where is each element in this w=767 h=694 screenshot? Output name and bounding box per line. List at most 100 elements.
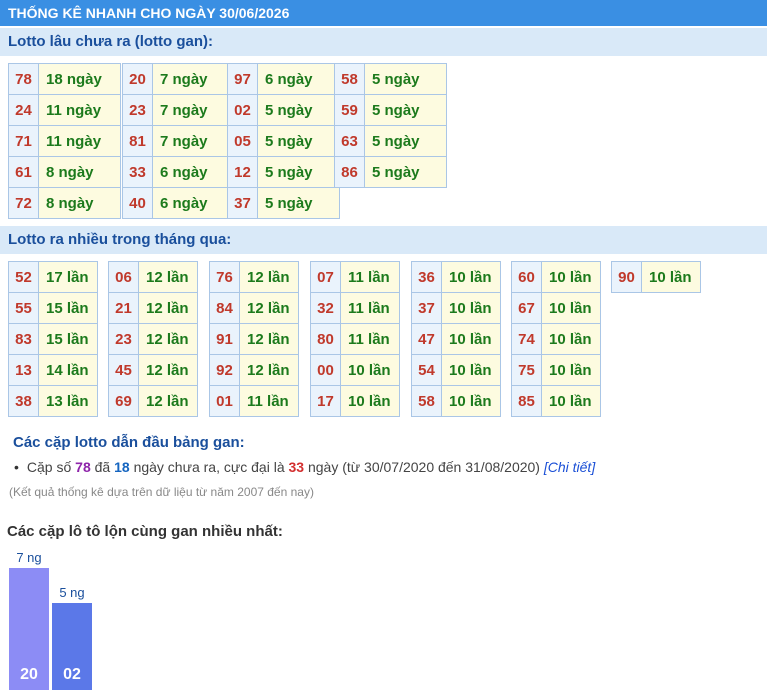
nhieu-block: 06 12 lần 21 12 lần 23 12 lần 45 12 lần 69 12 lần (108, 261, 198, 417)
lotto-count: 12 lần (138, 292, 198, 324)
lotto-count: 12 lần (239, 292, 299, 324)
lotto-count: 5 ngày (257, 156, 340, 188)
table-row: 81 7 ngày (122, 125, 235, 157)
chart-value-label: 7 ng (16, 549, 42, 565)
table-row: 23 12 lần (108, 323, 198, 355)
lotto-count: 11 lần (239, 385, 299, 417)
lotto-number: 85 (511, 385, 542, 417)
lotto-number: 97 (227, 63, 258, 95)
table-row: 52 17 lần (8, 261, 98, 293)
table-row: 61 8 ngày (8, 156, 121, 188)
lotto-number: 52 (8, 261, 39, 293)
lotto-count: 10 lần (441, 292, 501, 324)
nhieu-block: 07 11 lần 32 11 lần 80 11 lần 00 10 lần 17 10 lần (310, 261, 400, 417)
lotto-number: 37 (227, 187, 258, 219)
lotto-count: 6 ngày (152, 156, 235, 188)
lotto-count: 10 lần (441, 385, 501, 417)
chart-category-label: 20 (20, 666, 38, 683)
lotto-count: 7 ngày (152, 94, 235, 126)
chart-category-label: 02 (63, 666, 81, 683)
lotto-number: 06 (108, 261, 139, 293)
lotto-number: 72 (8, 187, 39, 219)
lotto-number: 37 (411, 292, 442, 324)
nhieu-block: 60 10 lần 67 10 lần 74 10 lần 75 10 lần 85 10 lần (511, 261, 601, 417)
lotto-count: 5 ngày (364, 63, 447, 95)
table-row: 60 10 lần (511, 261, 601, 293)
lotto-count: 10 lần (340, 354, 400, 386)
lotto-number: 20 (122, 63, 153, 95)
table-row: 21 12 lần (108, 292, 198, 324)
table-row: 58 5 ngày (334, 63, 447, 95)
lotto-count: 8 ngày (38, 156, 121, 188)
table-row: 37 5 ngày (227, 187, 340, 219)
lotto-count: 10 lần (340, 385, 400, 417)
table-row: 74 10 lần (511, 323, 601, 355)
lotto-number: 05 (227, 125, 258, 157)
lotto-count: 7 ngày (152, 63, 235, 95)
lotto-count: 5 ngày (364, 94, 447, 126)
table-row: 47 10 lần (411, 323, 501, 355)
table-row: 90 10 lần (611, 261, 701, 293)
table-row: 45 12 lần (108, 354, 198, 386)
pair-summary-line: • Cặp số 78 đã 18 ngày chưa ra, cực đại l… (14, 459, 595, 475)
lotto-number: 75 (511, 354, 542, 386)
chart-bar: 20 (9, 567, 49, 690)
lotto-count: 12 lần (239, 261, 299, 293)
table-row: 86 5 ngày (334, 156, 447, 188)
table-row: 13 14 lần (8, 354, 98, 386)
lotto-count: 5 ngày (257, 94, 340, 126)
frequent-section-title: Lotto ra nhiều trong tháng qua: (0, 226, 767, 254)
lotto-number: 84 (209, 292, 240, 324)
lotto-number: 24 (8, 94, 39, 126)
lotto-count: 10 lần (441, 354, 501, 386)
lotto-count: 11 lần (340, 261, 400, 293)
table-row: 38 13 lần (8, 385, 98, 417)
lotto-number: 76 (209, 261, 240, 293)
reverse-pairs-title: Các cặp lô tô lộn cùng gan nhiều nhất: (7, 523, 283, 540)
lotto-number: 63 (334, 125, 365, 157)
table-row: 24 11 ngày (8, 94, 121, 126)
page-title: THỐNG KÊ NHANH CHO NGÀY 30/06/2026 (0, 0, 767, 26)
lotto-count: 10 lần (541, 385, 601, 417)
table-row: 12 5 ngày (227, 156, 340, 188)
lotto-number: 45 (108, 354, 139, 386)
detail-link[interactable]: [Chi tiết] (544, 459, 595, 475)
lotto-count: 14 lần (38, 354, 98, 386)
lotto-count: 11 ngày (38, 94, 121, 126)
lotto-number: 58 (334, 63, 365, 95)
lotto-count: 12 lần (239, 323, 299, 355)
table-row: 36 10 lần (411, 261, 501, 293)
table-row: 58 10 lần (411, 385, 501, 417)
lotto-number: 74 (511, 323, 542, 355)
chart-value-label: 5 ng (59, 584, 85, 600)
lotto-number: 78 (8, 63, 39, 95)
table-row: 80 11 lần (310, 323, 400, 355)
lotto-number: 90 (611, 261, 642, 293)
lotto-number: 33 (122, 156, 153, 188)
table-row: 91 12 lần (209, 323, 299, 355)
lotto-count: 10 lần (541, 354, 601, 386)
pair-number: 78 (75, 459, 91, 475)
nhieu-block: 76 12 lần 84 12 lần 91 12 lần 92 12 lần 01 11 lần (209, 261, 299, 417)
lotto-count: 10 lần (641, 261, 701, 293)
table-row: 07 11 lần (310, 261, 400, 293)
pair-max-days: 33 (288, 459, 305, 475)
lotto-count: 10 lần (541, 323, 601, 355)
lotto-count: 11 ngày (38, 125, 121, 157)
lotto-number: 55 (8, 292, 39, 324)
nhieu-block: 90 10 lần (611, 261, 701, 293)
table-row: 20 7 ngày (122, 63, 235, 95)
table-row: 97 6 ngày (227, 63, 340, 95)
lotto-number: 71 (8, 125, 39, 157)
table-row: 59 5 ngày (334, 94, 447, 126)
lotto-count: 8 ngày (38, 187, 121, 219)
pair-days: 18 (114, 459, 130, 475)
pair-mid2: ngày chưa ra, cực đại là (133, 459, 285, 475)
lotto-count: 12 lần (138, 385, 198, 417)
chart-bar: 02 (52, 602, 92, 690)
lotto-number: 59 (334, 94, 365, 126)
data-source-note: (Kết quả thống kê dựa trên dữ liệu từ nă… (9, 485, 314, 499)
table-row: 40 6 ngày (122, 187, 235, 219)
lotto-number: 40 (122, 187, 153, 219)
table-row: 23 7 ngày (122, 94, 235, 126)
